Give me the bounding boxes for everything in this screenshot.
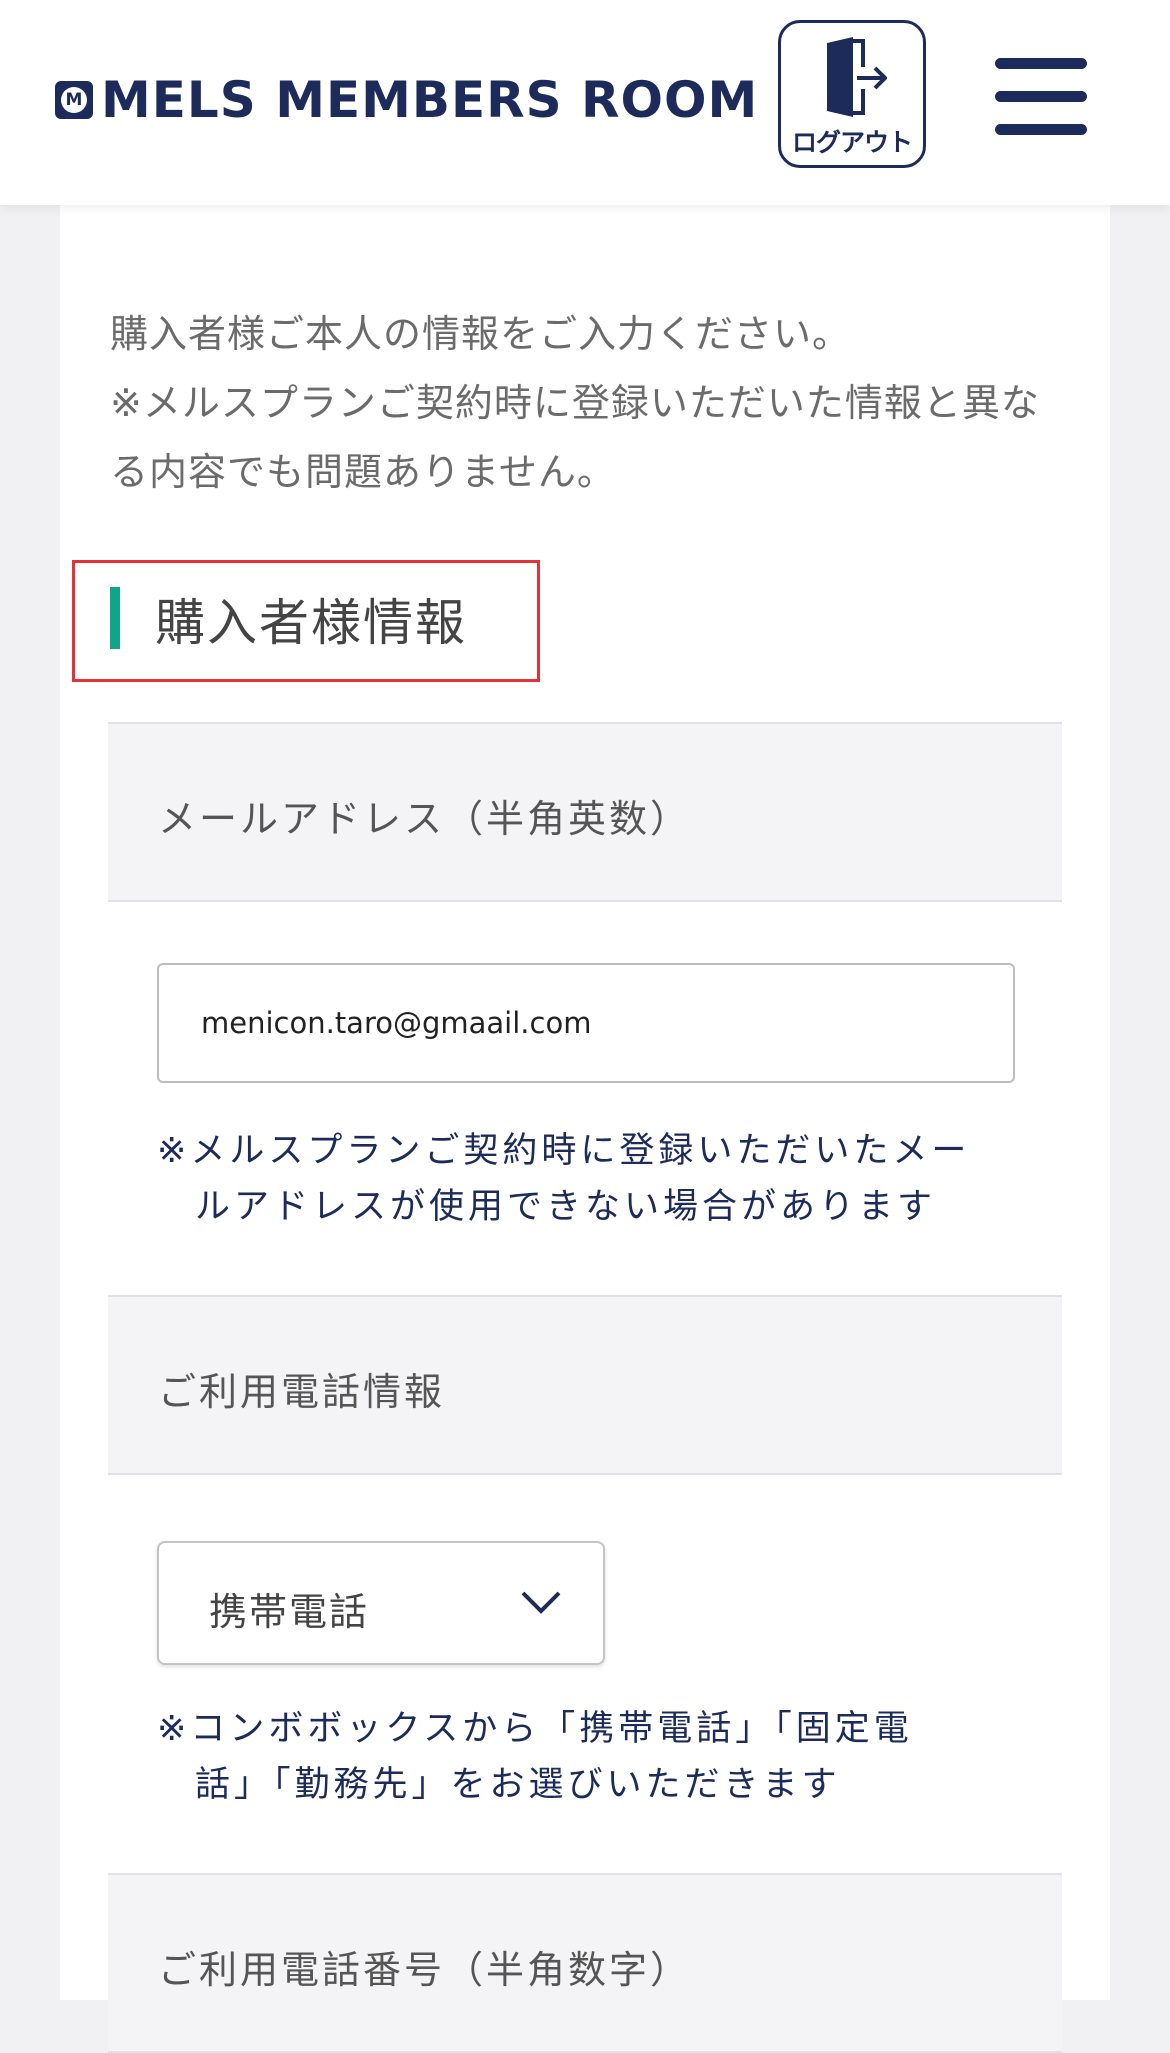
brand-mark-letter: M bbox=[61, 87, 87, 113]
hamburger-menu-icon bbox=[995, 58, 1087, 69]
email-note-line: ルアドレスが使用できない場合があります bbox=[195, 1187, 937, 1227]
brand-name: MELS MEMBERS ROOM bbox=[101, 71, 759, 129]
email-note: ※メルスプランご契約時に登録いただいたメー ルアドレスが使用できない場合がありま… bbox=[157, 1123, 1017, 1235]
chevron-down-icon bbox=[521, 1591, 561, 1614]
phone-type-note: ※コンボボックスから「携帯電話」「固定電 話」「勤務先」をお選びいただきます bbox=[157, 1701, 1017, 1813]
site-header: M MELS MEMBERS ROOM ログアウト bbox=[0, 0, 1170, 205]
phone-type-select[interactable]: 携帯電話 bbox=[157, 1541, 605, 1665]
hamburger-bar bbox=[995, 124, 1087, 135]
hamburger-bar bbox=[995, 91, 1087, 102]
phone-type-label-band: ご利用電話情報 bbox=[108, 1295, 1062, 1475]
email-note-line: ※メルスプランご契約時に登録いただいたメー bbox=[157, 1131, 971, 1171]
phone-number-label: ご利用電話番号（半角数字） bbox=[158, 1948, 692, 1992]
section-accent-bar bbox=[110, 587, 120, 649]
email-field[interactable] bbox=[157, 963, 1015, 1083]
intro-line: 購入者様ご本人の情報をご入力ください。 bbox=[110, 312, 852, 356]
email-label-band: メールアドレス（半角英数） bbox=[108, 722, 1062, 902]
phone-number-label-band: ご利用電話番号（半角数字） bbox=[108, 1873, 1062, 2053]
phone-type-label: ご利用電話情報 bbox=[158, 1370, 446, 1414]
logout-label: ログアウト bbox=[791, 128, 913, 157]
form-card: 購入者様ご本人の情報をご入力ください。 ※メルスプランご契約時に登録いただいた情… bbox=[60, 205, 1110, 2053]
intro-note: ※メルスプランご契約時に登録いただいた情報と異なる内容でも問題ありません。 bbox=[110, 381, 1040, 494]
door-exit-icon bbox=[827, 37, 887, 117]
phone-type-note-line: 話」「勤務先」をお選びいただきます bbox=[195, 1765, 841, 1805]
phone-type-note-line: ※コンボボックスから「携帯電話」「固定電 bbox=[157, 1709, 913, 1749]
brand-logo-link[interactable]: M MELS MEMBERS ROOM bbox=[55, 71, 759, 129]
hamburger-menu-button[interactable] bbox=[995, 58, 1087, 136]
logout-button[interactable]: ログアウト bbox=[778, 20, 926, 168]
email-label: メールアドレス（半角英数） bbox=[158, 797, 692, 841]
section-title: 購入者様情報 bbox=[155, 594, 467, 652]
phone-type-selected: 携帯電話 bbox=[209, 1590, 370, 1634]
brand-mark-icon: M bbox=[55, 81, 93, 119]
intro-text: 購入者様ご本人の情報をご入力ください。 ※メルスプランご契約時に登録いただいた情… bbox=[110, 300, 1070, 507]
